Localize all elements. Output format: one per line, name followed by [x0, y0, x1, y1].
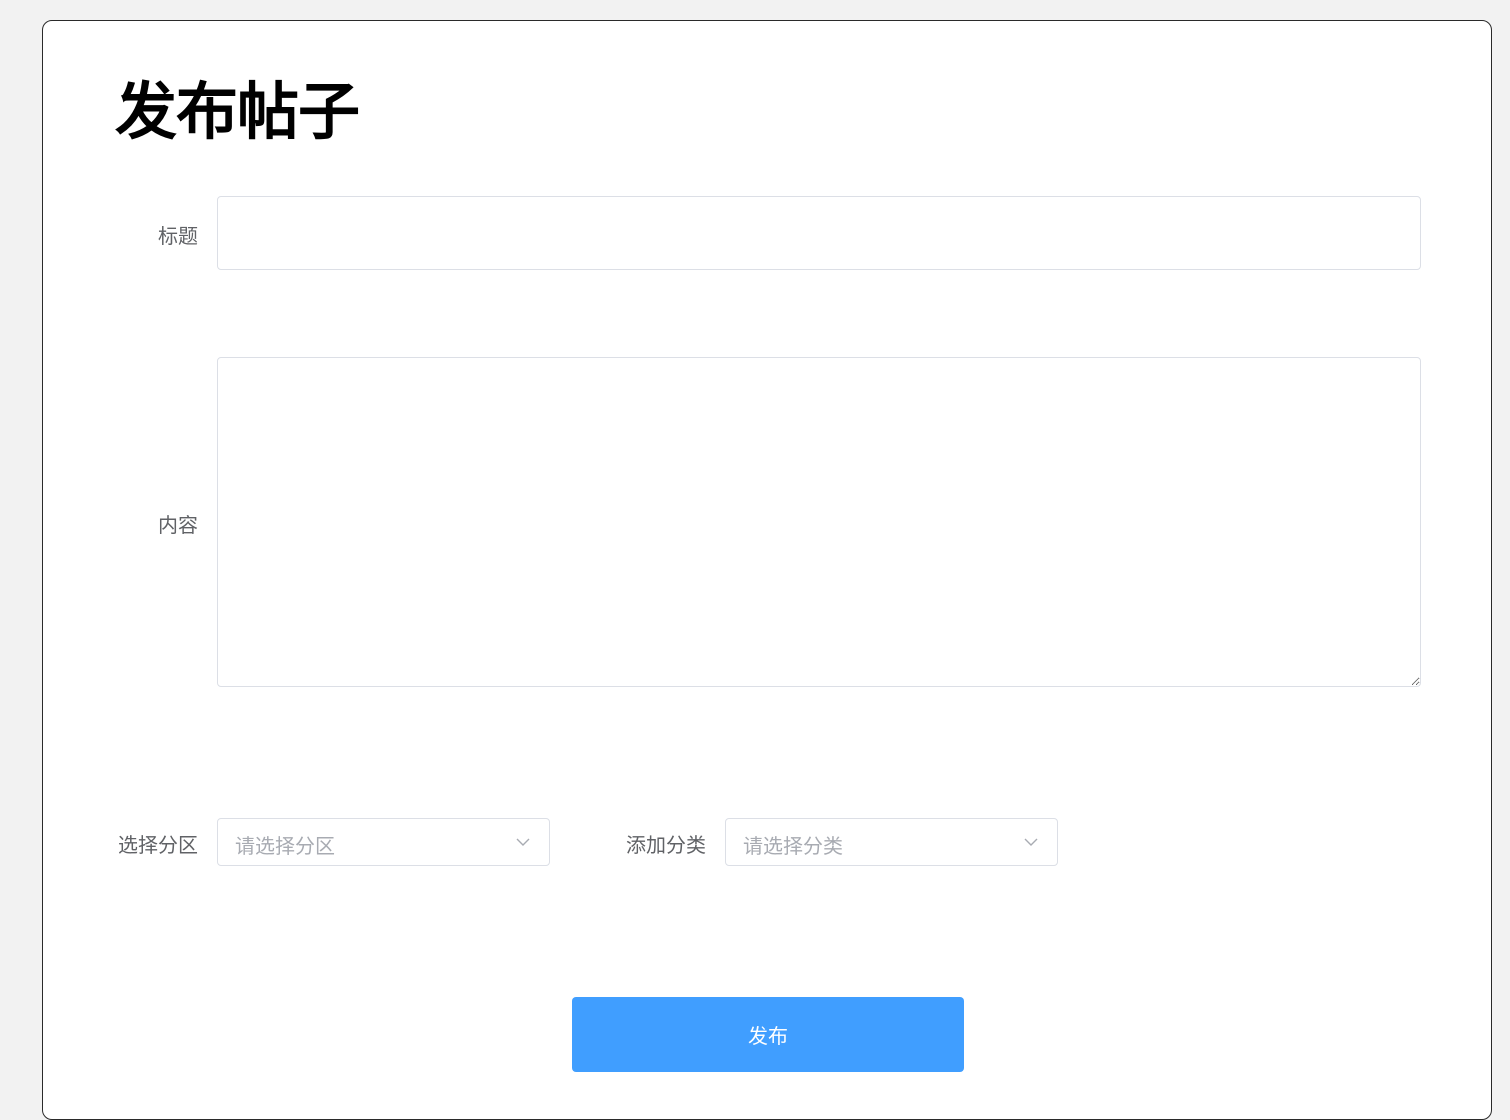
post-form-card: 发布帖子 标题 内容 选择分区 请选择分区 添加分类 请选择分类 发布: [42, 20, 1492, 1120]
section-select[interactable]: 请选择分区: [217, 818, 550, 866]
section-label: 选择分区: [118, 833, 198, 857]
category-select-placeholder: 请选择分类: [743, 834, 843, 858]
content-label: 内容: [158, 513, 198, 537]
title-label: 标题: [158, 224, 198, 248]
category-select[interactable]: 请选择分类: [725, 818, 1058, 866]
page-title: 发布帖子: [115, 75, 360, 148]
section-select-placeholder: 请选择分区: [235, 834, 335, 858]
publish-button[interactable]: 发布: [572, 997, 964, 1072]
chevron-down-icon: [1024, 838, 1038, 846]
content-textarea[interactable]: [217, 357, 1421, 687]
category-label: 添加分类: [626, 833, 706, 857]
title-input[interactable]: [217, 196, 1421, 270]
chevron-down-icon: [516, 838, 530, 846]
